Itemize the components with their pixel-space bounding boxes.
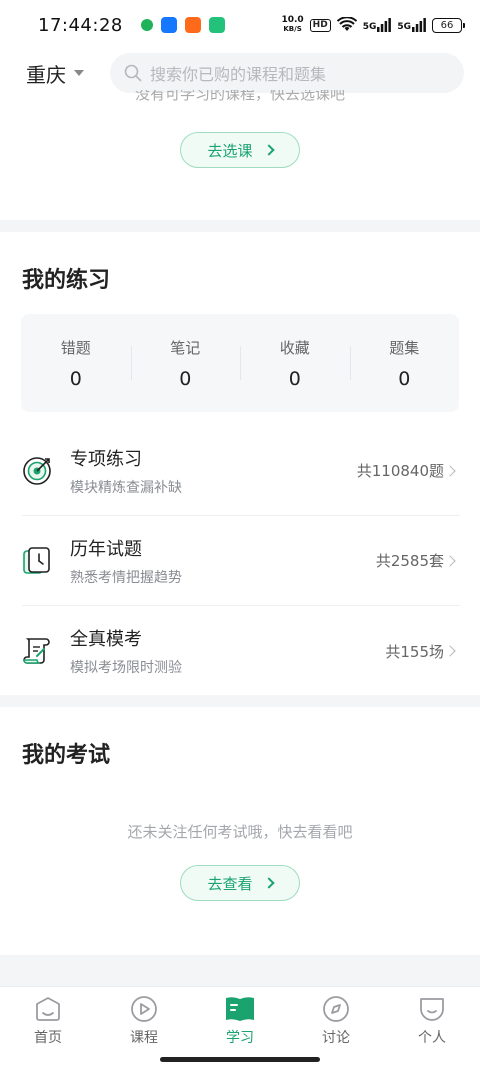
stat-notes[interactable]: 笔记 0 xyxy=(130,314,241,412)
practice-card: 我的练习 错题 0 笔记 0 收藏 0 题集 0 专项练习 模块精炼查漏补缺 共… xyxy=(0,232,480,695)
hd-badge: HD xyxy=(309,18,331,32)
stat-question-sets[interactable]: 题集 0 xyxy=(349,314,460,412)
search-icon xyxy=(124,64,142,82)
chevron-right-icon xyxy=(262,877,275,889)
stat-value: 0 xyxy=(288,367,301,390)
item-count: 共110840题 xyxy=(356,462,444,480)
item-count: 共2585套 xyxy=(375,552,444,570)
scroll-icon xyxy=(22,636,52,666)
exam-card: 我的考试 还未关注任何考试哦，快去看看吧 去查看 xyxy=(0,707,480,955)
play-icon xyxy=(131,996,157,1022)
book-icon xyxy=(226,997,254,1021)
course-empty-card: 没有可学习的课程，快去选课吧 去选课 xyxy=(0,90,480,220)
signal-label-1: 5G xyxy=(362,22,377,32)
chevron-right-icon xyxy=(444,554,456,567)
item-count: 共155场 xyxy=(385,642,444,661)
search-placeholder: 搜索你已购的课程和题集 xyxy=(150,65,327,84)
stat-label: 题集 xyxy=(389,338,420,357)
list-item-special-practice[interactable]: 专项练习 模块精炼查漏补缺 共110840题 xyxy=(22,426,460,516)
item-subtitle: 模拟考场限时测验 xyxy=(70,660,182,676)
status-bar: 17:44:28 10.0 KB/S HD 5G 5G 66 xyxy=(0,0,480,50)
stat-label: 笔记 xyxy=(170,338,201,357)
nav-label: 个人 xyxy=(418,1030,446,1046)
nav-label: 讨论 xyxy=(322,1030,350,1046)
nav-profile[interactable]: 个人 xyxy=(384,995,480,1047)
chevron-right-icon xyxy=(444,645,456,657)
item-title: 专项练习 xyxy=(70,448,142,470)
course-empty-text: 没有可学习的课程，快去选课吧 xyxy=(134,90,345,103)
notification-icons xyxy=(140,17,225,33)
exam-empty-text: 还未关注任何考试哦，快去看看吧 xyxy=(127,823,353,841)
wifi-icon xyxy=(336,17,357,31)
stat-label: 错题 xyxy=(60,338,91,357)
signal-label-2: 5G xyxy=(397,22,411,32)
city-label: 重庆 xyxy=(26,62,66,87)
item-title: 历年试题 xyxy=(70,538,142,560)
network-speed-value: 10.0 xyxy=(281,15,304,25)
caret-down-icon xyxy=(74,70,84,76)
signal-icon-1: 5G xyxy=(363,18,392,32)
practice-stats: 错题 0 笔记 0 收藏 0 题集 0 xyxy=(21,314,459,412)
chevron-right-icon xyxy=(444,464,456,477)
chat-app-icon xyxy=(140,19,153,31)
stat-value: 0 xyxy=(179,367,192,390)
choose-course-button[interactable]: 去选课 xyxy=(180,132,300,168)
battery-icon: 66 xyxy=(432,17,465,33)
stat-wrong-questions[interactable]: 错题 0 xyxy=(21,314,131,412)
network-speed: 10.0 KB/S xyxy=(281,16,303,34)
stat-favorites[interactable]: 收藏 0 xyxy=(240,314,350,412)
smile-icon xyxy=(420,998,444,1021)
stat-value: 0 xyxy=(398,367,411,390)
bottom-nav: 首页 课程 学习 讨论 个人 xyxy=(0,986,480,1072)
item-title: 全真模考 xyxy=(70,629,142,650)
clock-book-icon xyxy=(22,546,52,576)
nav-home[interactable]: 首页 xyxy=(0,995,96,1047)
blue-app-icon xyxy=(160,17,177,33)
network-speed-unit: KB/S xyxy=(283,25,302,33)
home-indicator[interactable] xyxy=(160,1057,320,1062)
green-app-icon xyxy=(208,17,225,33)
stat-label: 收藏 xyxy=(279,338,310,357)
chevron-right-icon xyxy=(262,144,275,156)
nav-label: 首页 xyxy=(34,1030,62,1046)
item-subtitle: 模块精炼查漏补缺 xyxy=(70,479,182,496)
target-icon xyxy=(22,456,52,486)
nav-study[interactable]: 学习 xyxy=(192,995,288,1047)
nav-courses[interactable]: 课程 xyxy=(96,995,192,1047)
battery-level: 66 xyxy=(440,19,454,31)
search-input[interactable]: 搜索你已购的课程和题集 xyxy=(110,53,464,93)
signal-icon-2: 5G xyxy=(397,18,426,32)
view-exams-label: 去查看 xyxy=(207,874,253,893)
nav-label: 学习 xyxy=(226,1030,254,1046)
city-selector[interactable]: 重庆 xyxy=(26,59,84,88)
item-subtitle: 熟悉考情把握趋势 xyxy=(70,569,182,586)
list-item-past-exams[interactable]: 历年试题 熟悉考情把握趋势 共2585套 xyxy=(22,516,460,606)
nav-discuss[interactable]: 讨论 xyxy=(288,995,384,1047)
status-time: 17:44:28 xyxy=(38,14,123,36)
view-exams-button[interactable]: 去查看 xyxy=(180,865,300,901)
exam-title: 我的考试 xyxy=(22,743,111,768)
orange-app-icon xyxy=(184,17,201,33)
nav-label: 课程 xyxy=(130,1030,158,1046)
practice-title: 我的练习 xyxy=(22,268,111,293)
compass-icon xyxy=(323,996,349,1022)
list-item-mock-exam[interactable]: 全真模考 模拟考场限时测验 共155场 xyxy=(22,606,460,696)
home-icon xyxy=(36,997,60,1021)
choose-course-label: 去选课 xyxy=(207,141,253,160)
stat-value: 0 xyxy=(69,367,82,390)
